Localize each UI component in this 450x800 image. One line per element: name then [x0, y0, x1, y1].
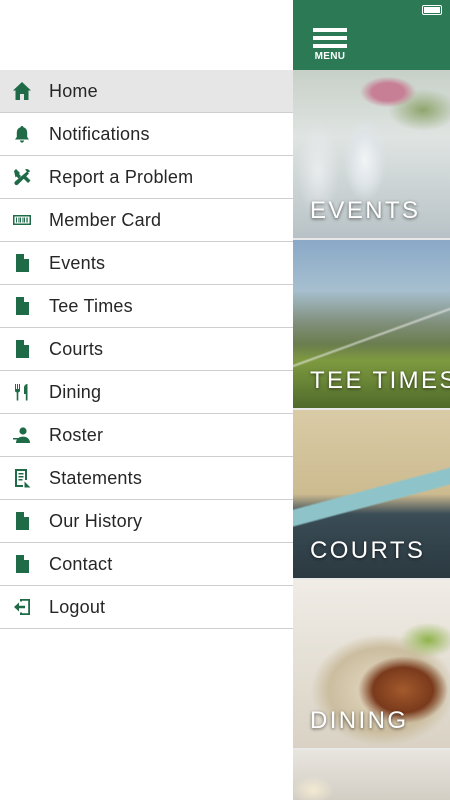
drawer-item-label: Dining: [49, 381, 102, 402]
drawer-menu-list: Home Notifications Report a Problem Memb…: [0, 70, 293, 629]
drawer-item-member-card[interactable]: Member Card: [0, 199, 293, 242]
logout-icon: [11, 596, 33, 618]
fork-knife-icon: [11, 381, 33, 403]
drawer-item-label: Member Card: [49, 209, 162, 230]
drawer-item-roster[interactable]: Roster: [0, 414, 293, 457]
tile-tee-times[interactable]: TEE TIMES: [293, 240, 450, 408]
hamburger-icon: [313, 28, 347, 32]
tile-dining[interactable]: DINING: [293, 580, 450, 748]
document-icon: [11, 510, 33, 532]
document-icon: [11, 295, 33, 317]
drawer-item-label: Logout: [49, 596, 106, 617]
drawer-item-logout[interactable]: Logout: [0, 586, 293, 629]
tile-label: TEE TIMES: [310, 367, 450, 394]
tile-courts[interactable]: COURTS: [293, 410, 450, 578]
app-header: MENU: [293, 0, 450, 70]
drawer-item-label: Events: [49, 252, 106, 273]
drawer-item-label: Tee Times: [49, 295, 133, 316]
tile-events[interactable]: EVENTS: [293, 70, 450, 238]
drawer-item-label: Notifications: [49, 123, 150, 144]
statement-icon: [11, 467, 33, 489]
home-icon: [11, 80, 33, 102]
drawer-item-report-a-problem[interactable]: Report a Problem: [0, 156, 293, 199]
main-content: MENU EVENTS TEE TIMES COURTS DINING: [293, 0, 450, 800]
document-icon: [11, 338, 33, 360]
drawer-item-events[interactable]: Events: [0, 242, 293, 285]
menu-button-label: MENU: [314, 51, 346, 62]
document-icon: [11, 553, 33, 575]
menu-button[interactable]: MENU: [313, 28, 349, 62]
drawer-item-courts[interactable]: Courts: [0, 328, 293, 371]
person-icon: [11, 424, 33, 446]
drawer-item-label: Home: [49, 80, 98, 101]
drawer-item-tee-times[interactable]: Tee Times: [0, 285, 293, 328]
drawer-item-label: Courts: [49, 338, 104, 359]
drawer-item-label: Statements: [49, 467, 143, 488]
barcode-icon: [11, 209, 33, 231]
drawer-item-notifications[interactable]: Notifications: [0, 113, 293, 156]
drawer-item-our-history[interactable]: Our History: [0, 500, 293, 543]
tile-label: DINING: [310, 707, 409, 734]
tile-next-partial[interactable]: [293, 750, 450, 800]
drawer-item-label: Contact: [49, 553, 113, 574]
drawer-item-home[interactable]: Home: [0, 70, 293, 113]
navigation-drawer: Home Notifications Report a Problem Memb…: [0, 0, 293, 800]
document-icon: [11, 252, 33, 274]
drawer-item-label: Roster: [49, 424, 104, 445]
drawer-item-dining[interactable]: Dining: [0, 371, 293, 414]
drawer-header: [0, 0, 293, 70]
drawer-item-contact[interactable]: Contact: [0, 543, 293, 586]
bell-icon: [11, 123, 33, 145]
battery-icon: [422, 5, 442, 15]
drawer-item-statements[interactable]: Statements: [0, 457, 293, 500]
tile-label: EVENTS: [310, 197, 421, 224]
drawer-item-label: Report a Problem: [49, 166, 194, 187]
tile-label: COURTS: [310, 537, 426, 564]
drawer-item-label: Our History: [49, 510, 143, 531]
tools-icon: [11, 166, 33, 188]
